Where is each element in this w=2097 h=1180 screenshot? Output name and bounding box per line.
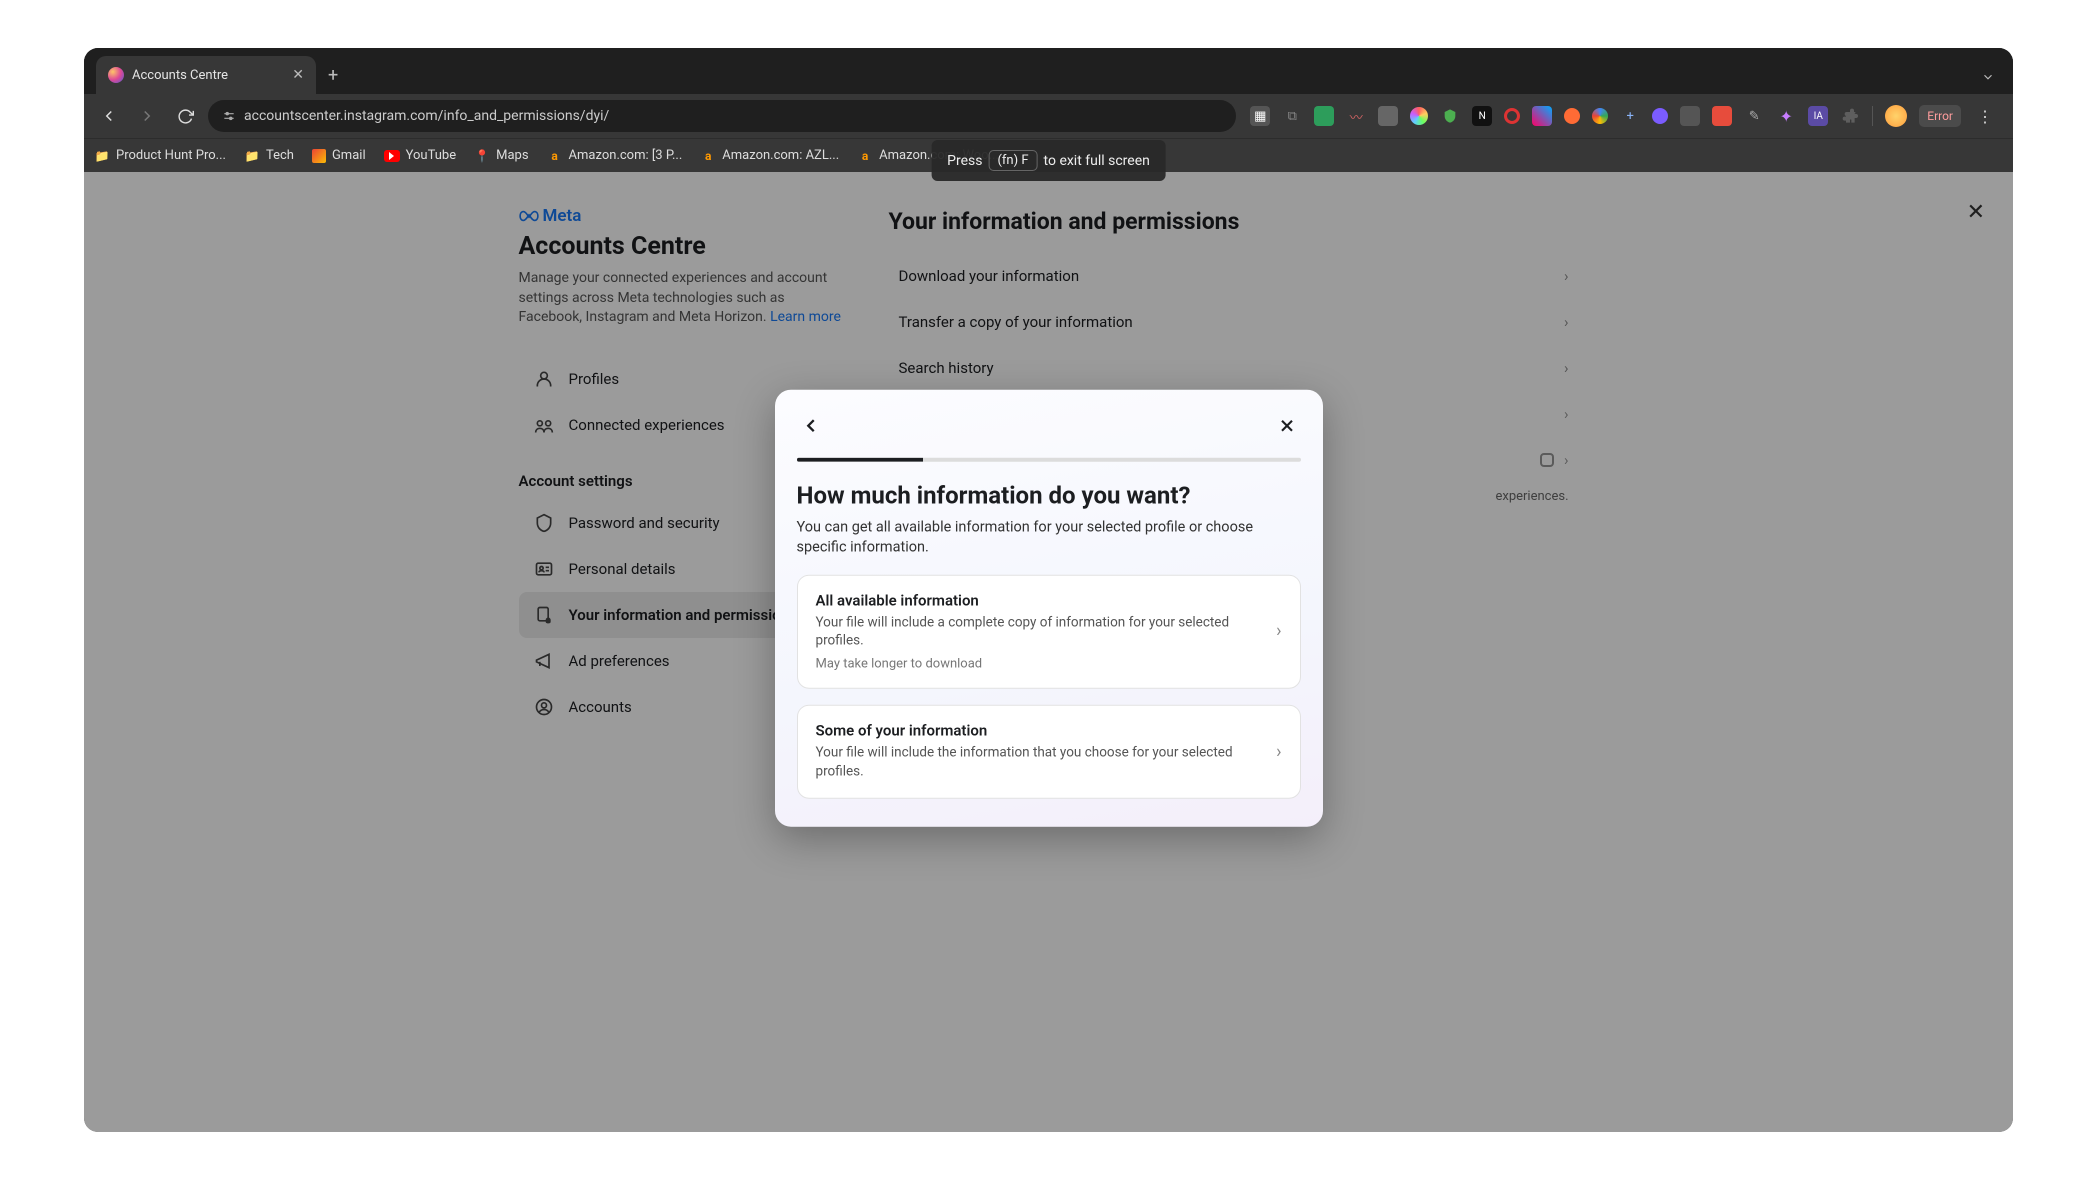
ext-icon-4[interactable]: 〰 (1346, 106, 1366, 126)
bookmark-item[interactable]: a Amazon.com: AZL... (700, 148, 839, 164)
site-settings-icon[interactable] (222, 109, 236, 123)
amazon-icon: a (547, 148, 563, 164)
bookmark-item[interactable]: 📍 Maps (474, 148, 528, 164)
choice-desc: Your file will include a complete copy o… (816, 613, 1263, 651)
extension-icons: ▦ ⧉ 〰 N + ✎ ✦ IA Error (1244, 105, 2003, 127)
gmail-icon (312, 149, 326, 163)
browser-toolbar: accountscenter.instagram.com/info_and_pe… (84, 94, 2013, 138)
chevron-right-icon: › (1276, 741, 1281, 762)
modal-title: How much information do you want? (797, 482, 1301, 510)
tab-close-icon[interactable]: ✕ (292, 67, 304, 83)
back-button[interactable] (94, 101, 124, 131)
bookmark-label: Maps (496, 148, 528, 163)
bookmark-item[interactable]: Gmail (312, 148, 366, 163)
extensions-menu-icon[interactable] (1840, 106, 1860, 126)
ext-icon-2[interactable]: ⧉ (1282, 106, 1302, 126)
bookmark-item[interactable]: YouTube (384, 148, 457, 163)
address-bar[interactable]: accountscenter.instagram.com/info_and_pe… (208, 100, 1236, 132)
ext-icon-18[interactable]: ✦ (1776, 106, 1796, 126)
choice-all-available[interactable]: All available information Your file will… (797, 574, 1301, 689)
browser-window: Accounts Centre ✕ + accountscenter.insta… (84, 48, 2013, 1132)
ext-icon-16[interactable] (1712, 106, 1732, 126)
choice-some-info[interactable]: Some of your information Your file will … (797, 705, 1301, 799)
tab-dropdown-icon[interactable] (1963, 60, 2013, 94)
modal-back-button[interactable] (797, 412, 825, 440)
choice-title: Some of your information (816, 722, 1263, 740)
bookmark-label: YouTube (406, 148, 457, 163)
ext-icon-11[interactable] (1564, 108, 1580, 124)
maps-icon: 📍 (474, 148, 490, 164)
error-badge[interactable]: Error (1919, 105, 1961, 127)
bookmark-label: Amazon.com: AZL... (722, 148, 839, 163)
ext-icon-8[interactable]: N (1472, 106, 1492, 126)
divider (1872, 106, 1873, 126)
ext-icon-14[interactable] (1652, 108, 1668, 124)
ext-icon-1[interactable]: ▦ (1250, 106, 1270, 126)
page-content: ✕ Meta Accounts Centre Manage your conne… (84, 172, 2013, 1132)
modal-close-button[interactable] (1273, 412, 1301, 440)
fs-hint-press: Press (947, 153, 982, 169)
amazon-icon: a (857, 148, 873, 164)
ext-icon-shield[interactable] (1440, 106, 1460, 126)
reload-button[interactable] (170, 101, 200, 131)
modal-progress-bar (797, 458, 1301, 462)
progress-fill (797, 458, 923, 462)
ext-icon-3[interactable] (1314, 106, 1334, 126)
ext-icon-12[interactable] (1592, 108, 1608, 124)
modal-subtitle: You can get all available information fo… (797, 518, 1301, 559)
fs-hint-key: (fn) F (988, 150, 1037, 171)
choice-note: May take longer to download (816, 657, 1263, 672)
profile-avatar[interactable] (1885, 105, 1907, 127)
bookmark-label: Gmail (332, 148, 366, 163)
amazon-icon: a (700, 148, 716, 164)
bookmark-label: Tech (266, 148, 294, 163)
ext-icon-10[interactable] (1532, 106, 1552, 126)
fs-hint-rest: to exit full screen (1044, 153, 1150, 169)
url-text: accountscenter.instagram.com/info_and_pe… (244, 108, 609, 124)
download-info-modal: How much information do you want? You ca… (775, 390, 1323, 827)
youtube-icon (384, 150, 400, 162)
ext-icon-6[interactable] (1410, 107, 1428, 125)
choice-title: All available information (816, 591, 1263, 609)
chevron-right-icon: › (1276, 621, 1281, 642)
tab-bar: Accounts Centre ✕ + (84, 48, 2013, 94)
ext-icon-9[interactable] (1504, 108, 1520, 124)
folder-icon: 📁 (244, 148, 260, 164)
bookmark-item[interactable]: 📁 Tech (244, 148, 294, 164)
fullscreen-hint: Press (fn) F to exit full screen (931, 140, 1166, 181)
ext-icon-17[interactable]: ✎ (1744, 106, 1764, 126)
bookmark-item[interactable]: 📁 Product Hunt Pro... (94, 148, 226, 164)
new-tab-button[interactable]: + (316, 57, 350, 94)
ext-icon-5[interactable] (1378, 106, 1398, 126)
ext-icon-plus[interactable]: + (1620, 106, 1640, 126)
choice-desc: Your file will include the information t… (816, 744, 1263, 782)
browser-menu-icon[interactable]: ⋮ (1973, 107, 1997, 126)
ext-icon-15[interactable] (1680, 106, 1700, 126)
browser-tab[interactable]: Accounts Centre ✕ (96, 56, 316, 94)
bookmark-label: Product Hunt Pro... (116, 148, 226, 163)
forward-button[interactable] (132, 101, 162, 131)
bookmark-item[interactable]: a Amazon.com: [3 P... (547, 148, 683, 164)
ext-icon-19[interactable]: IA (1808, 106, 1828, 126)
instagram-favicon (108, 67, 124, 83)
tab-title: Accounts Centre (132, 68, 228, 83)
folder-icon: 📁 (94, 148, 110, 164)
bookmark-label: Amazon.com: [3 P... (569, 148, 683, 163)
